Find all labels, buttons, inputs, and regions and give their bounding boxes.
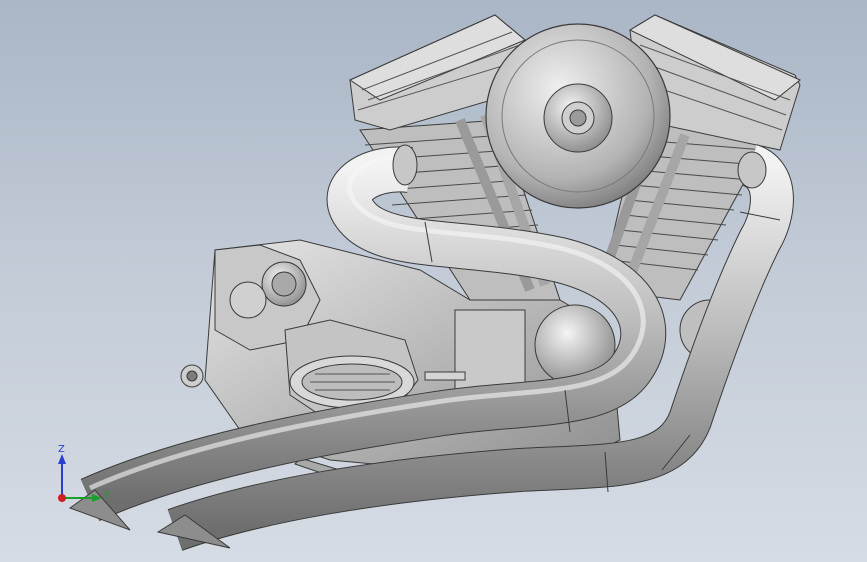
y-axis-label: Y — [103, 490, 111, 501]
engine-3d-model[interactable] — [0, 0, 867, 562]
z-axis-arrow-icon — [58, 454, 66, 464]
x-axis-dot-icon — [58, 494, 66, 502]
axis-triad: Z Y — [58, 444, 111, 502]
graphics-viewport[interactable]: Z Y — [0, 0, 867, 562]
air-cleaner — [485, 23, 671, 209]
y-axis-arrow-icon — [92, 494, 102, 502]
z-axis-label: Z — [58, 444, 65, 455]
